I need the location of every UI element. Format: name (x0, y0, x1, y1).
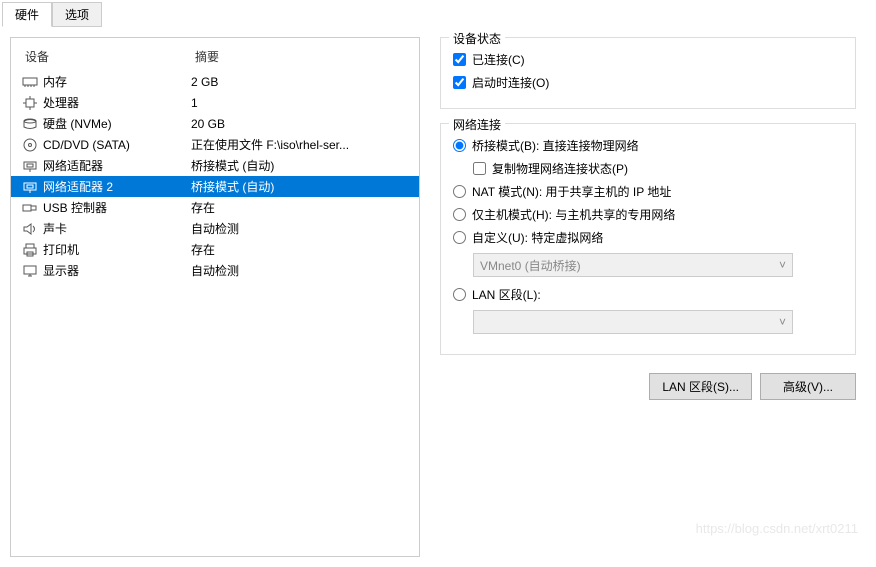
replicate-label: 复制物理网络连接状态(P) (492, 160, 628, 177)
column-header-device: 设备 (25, 48, 195, 65)
content-area: 设备 摘要 内存 2 GB 处理器 1 硬盘 (NVMe) 20 GB CD/D… (0, 27, 876, 567)
hardware-summary: 2 GB (191, 75, 409, 89)
cd-icon (21, 137, 39, 153)
advanced-button[interactable]: 高级(V)... (760, 373, 856, 400)
lan-segment-radio[interactable] (453, 288, 466, 301)
hardware-row[interactable]: 内存 2 GB (11, 71, 419, 92)
column-header-summary: 摘要 (195, 48, 409, 65)
lan-segments-button[interactable]: LAN 区段(S)... (649, 373, 752, 400)
hardware-summary: 1 (191, 96, 409, 110)
display-icon (21, 263, 39, 279)
disk-icon (21, 116, 39, 132)
custom-network-select: VMnet0 (自动桥接) ˅ (473, 253, 793, 277)
lan-segment-label: LAN 区段(L): (472, 286, 541, 303)
hardware-row[interactable]: 声卡 自动检测 (11, 218, 419, 239)
hardware-name: 网络适配器 2 (43, 178, 191, 195)
host-only-radio[interactable] (453, 208, 466, 221)
hardware-name: 声卡 (43, 220, 191, 237)
hardware-row[interactable]: USB 控制器 存在 (11, 197, 419, 218)
connect-on-power-checkbox-row[interactable]: 启动时连接(O) (453, 71, 843, 94)
hardware-name: 硬盘 (NVMe) (43, 115, 191, 132)
hardware-summary: 20 GB (191, 117, 409, 131)
network-connection-group: 网络连接 桥接模式(B): 直接连接物理网络 复制物理网络连接状态(P) NAT… (440, 123, 856, 355)
usb-icon (21, 200, 39, 216)
chevron-down-icon: ˅ (779, 258, 786, 272)
hardware-name: 打印机 (43, 241, 191, 258)
hardware-name: USB 控制器 (43, 199, 191, 216)
hardware-summary: 正在使用文件 F:\iso\rhel-ser... (191, 136, 409, 153)
custom-network-value: VMnet0 (自动桥接) (480, 257, 581, 274)
replicate-checkbox[interactable] (473, 162, 486, 175)
chevron-down-icon: ˅ (779, 315, 786, 329)
hardware-row[interactable]: 处理器 1 (11, 92, 419, 113)
custom-radio[interactable] (453, 231, 466, 244)
cpu-icon (21, 95, 39, 111)
host-only-label: 仅主机模式(H): 与主机共享的专用网络 (472, 206, 675, 223)
device-status-group: 设备状态 已连接(C) 启动时连接(O) (440, 37, 856, 109)
connected-checkbox[interactable] (453, 53, 466, 66)
sound-icon (21, 221, 39, 237)
hardware-row[interactable]: 网络适配器 2 桥接模式 (自动) (11, 176, 419, 197)
hardware-name: 网络适配器 (43, 157, 191, 174)
custom-radio-row[interactable]: 自定义(U): 特定虚拟网络 (453, 226, 843, 249)
hardware-name: CD/DVD (SATA) (43, 138, 191, 152)
hardware-list-panel: 设备 摘要 内存 2 GB 处理器 1 硬盘 (NVMe) 20 GB CD/D… (10, 37, 420, 557)
connected-label: 已连接(C) (472, 51, 525, 68)
net-icon (21, 158, 39, 174)
hardware-list: 内存 2 GB 处理器 1 硬盘 (NVMe) 20 GB CD/DVD (SA… (11, 71, 419, 281)
lan-segment-radio-row[interactable]: LAN 区段(L): (453, 283, 843, 306)
lan-segment-select: ˅ (473, 310, 793, 334)
hardware-summary: 存在 (191, 199, 409, 216)
hardware-row[interactable]: 显示器 自动检测 (11, 260, 419, 281)
button-row: LAN 区段(S)... 高级(V)... (440, 369, 856, 404)
host-only-radio-row[interactable]: 仅主机模式(H): 与主机共享的专用网络 (453, 203, 843, 226)
replicate-checkbox-row[interactable]: 复制物理网络连接状态(P) (473, 157, 843, 180)
tab-options[interactable]: 选项 (52, 2, 102, 27)
connect-on-power-checkbox[interactable] (453, 76, 466, 89)
bridged-radio-row[interactable]: 桥接模式(B): 直接连接物理网络 (453, 134, 843, 157)
settings-panel: 设备状态 已连接(C) 启动时连接(O) 网络连接 桥接模式(B): 直接连接物… (430, 37, 866, 557)
hardware-list-header: 设备 摘要 (11, 44, 419, 71)
connected-checkbox-row[interactable]: 已连接(C) (453, 48, 843, 71)
hardware-summary: 存在 (191, 241, 409, 258)
device-status-title: 设备状态 (449, 30, 505, 47)
hardware-row[interactable]: 硬盘 (NVMe) 20 GB (11, 113, 419, 134)
bridged-label: 桥接模式(B): 直接连接物理网络 (472, 137, 639, 154)
connect-on-power-label: 启动时连接(O) (472, 74, 549, 91)
hardware-row[interactable]: CD/DVD (SATA) 正在使用文件 F:\iso\rhel-ser... (11, 134, 419, 155)
custom-label: 自定义(U): 特定虚拟网络 (472, 229, 603, 246)
nat-radio[interactable] (453, 185, 466, 198)
hardware-name: 显示器 (43, 262, 191, 279)
hardware-summary: 自动检测 (191, 220, 409, 237)
bridged-radio[interactable] (453, 139, 466, 152)
net-icon (21, 179, 39, 195)
network-connection-title: 网络连接 (449, 116, 505, 133)
tab-hardware[interactable]: 硬件 (2, 2, 52, 27)
nat-label: NAT 模式(N): 用于共享主机的 IP 地址 (472, 183, 671, 200)
hardware-name: 处理器 (43, 94, 191, 111)
tab-bar: 硬件 选项 (0, 0, 876, 27)
memory-icon (21, 74, 39, 90)
hardware-row[interactable]: 打印机 存在 (11, 239, 419, 260)
hardware-summary: 桥接模式 (自动) (191, 157, 409, 174)
hardware-summary: 自动检测 (191, 262, 409, 279)
hardware-row[interactable]: 网络适配器 桥接模式 (自动) (11, 155, 419, 176)
printer-icon (21, 242, 39, 258)
nat-radio-row[interactable]: NAT 模式(N): 用于共享主机的 IP 地址 (453, 180, 843, 203)
hardware-name: 内存 (43, 73, 191, 90)
hardware-summary: 桥接模式 (自动) (191, 178, 409, 195)
